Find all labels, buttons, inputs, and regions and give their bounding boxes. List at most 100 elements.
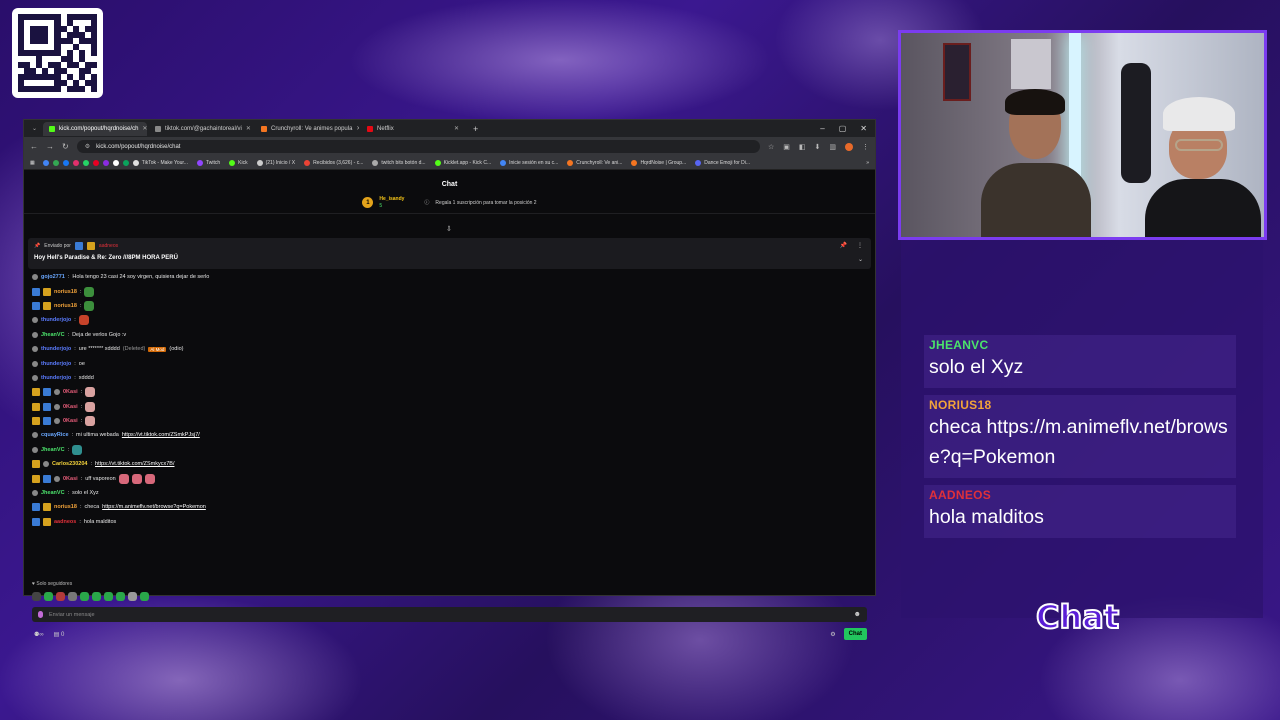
emote-4[interactable] bbox=[68, 592, 77, 601]
bookmark-item[interactable]: Kick bbox=[229, 159, 248, 166]
close-window-icon[interactable]: ✕ bbox=[860, 124, 867, 133]
bookmark-item[interactable]: Inicie sesión en su c... bbox=[500, 159, 558, 166]
chat-username[interactable]: thunderjojo bbox=[41, 361, 71, 367]
chat-message[interactable]: aadneos: hola malditos bbox=[32, 515, 867, 529]
chat-message[interactable]: thunderjojo: oe bbox=[32, 356, 867, 370]
bookmark-icon[interactable] bbox=[112, 159, 119, 166]
browser-tab[interactable]: Netflix ✕ bbox=[361, 122, 465, 136]
bookmark-icon[interactable] bbox=[82, 159, 89, 166]
chat-username[interactable]: cquayRice bbox=[41, 432, 69, 438]
chat-link[interactable]: https://m.animeflv.net/browse?q=Pokemon bbox=[102, 504, 206, 510]
bookmark-icon[interactable] bbox=[72, 159, 79, 166]
emote-9[interactable] bbox=[128, 592, 137, 601]
chat-username[interactable]: Carlos230204 bbox=[52, 461, 87, 467]
bookmark-item[interactable]: twitch bits botón d... bbox=[372, 159, 426, 166]
minimize-icon[interactable]: – bbox=[820, 124, 824, 133]
emote-3[interactable] bbox=[56, 592, 65, 601]
mic-icon[interactable] bbox=[38, 611, 43, 618]
chat-username[interactable]: JheanVC bbox=[41, 332, 65, 338]
chat-message[interactable]: thunderjojo: bbox=[32, 313, 867, 327]
bookmark-item[interactable]: Crunchyroll: Ve ani... bbox=[567, 159, 622, 166]
chat-message[interactable]: 0Kasi: bbox=[32, 414, 867, 428]
chat-username[interactable]: thunderjojo bbox=[41, 375, 71, 381]
emote-8[interactable] bbox=[116, 592, 125, 601]
bookmark-item[interactable]: Twitch bbox=[196, 159, 220, 166]
chat-username[interactable]: aadneos bbox=[54, 519, 76, 525]
bookmark-icon[interactable] bbox=[62, 159, 69, 166]
browser-tab[interactable]: tiktok.com/@gachaintoreal/vi ✕ bbox=[149, 122, 253, 136]
close-tab-icon[interactable]: ✕ bbox=[246, 125, 251, 132]
chat-message[interactable]: norius18: bbox=[32, 299, 867, 313]
pinned-message[interactable]: 📌 Enviado por aadneos Hoy Hell's Paradis… bbox=[28, 238, 871, 269]
chat-username[interactable]: norius18 bbox=[54, 289, 77, 295]
chat-username[interactable]: 0Kasi bbox=[63, 418, 78, 424]
bookmark-item[interactable]: Dance Emoji for Di... bbox=[695, 159, 750, 166]
emote-5[interactable] bbox=[80, 592, 89, 601]
profile-avatar[interactable] bbox=[845, 142, 853, 151]
split-view-icon[interactable]: ▥ bbox=[829, 143, 836, 151]
extensions-puzzle-icon[interactable]: ◧ bbox=[799, 143, 806, 151]
chat-message[interactable]: 0Kasi: uff vaporeon bbox=[32, 471, 867, 485]
filter-icon[interactable]: ⇩ bbox=[446, 225, 452, 233]
chat-message[interactable]: JheanVC: bbox=[32, 443, 867, 457]
emote-7[interactable] bbox=[104, 592, 113, 601]
chat-username[interactable]: norius18 bbox=[54, 303, 77, 309]
chat-message[interactable]: 0Kasi: bbox=[32, 400, 867, 414]
chat-message[interactable]: JheanVC: solo el Xyz bbox=[32, 486, 867, 500]
extension-icon[interactable]: ▣ bbox=[783, 143, 790, 151]
chat-message[interactable]: 0Kasi: bbox=[32, 385, 867, 399]
chat-message[interactable]: thunderjojo: xdddd bbox=[32, 371, 867, 385]
message-input[interactable]: Enviar un mensaje ☻ bbox=[32, 607, 867, 622]
chat-message[interactable]: norius18: checa https://m.animeflv.net/br… bbox=[32, 500, 867, 514]
info-icon[interactable]: ⓘ bbox=[424, 199, 429, 206]
chat-message[interactable]: JheanVC: Deja de verlos Gojo :v bbox=[32, 328, 867, 342]
emote-2[interactable] bbox=[44, 592, 53, 601]
chat-message[interactable]: thunderjojo: ure ******* xdddd (Deleted) Al… bbox=[32, 342, 867, 356]
maximize-icon[interactable]: ▢ bbox=[839, 124, 847, 133]
bookmark-item[interactable]: (21) Inicio / X bbox=[256, 159, 295, 166]
bookmark-icon[interactable] bbox=[102, 159, 109, 166]
chat-username[interactable]: JheanVC bbox=[41, 490, 65, 496]
chat-username[interactable]: 0Kasi bbox=[63, 404, 78, 410]
emote-6[interactable] bbox=[92, 592, 101, 601]
address-bar[interactable]: ⚙ kick.com/popout/hqrdnoise/chat bbox=[76, 140, 760, 153]
settings-gear-icon[interactable]: ⚙ bbox=[830, 631, 835, 638]
bookmark-item[interactable]: Recibidos (3,626) - c... bbox=[304, 159, 363, 166]
download-icon[interactable]: ⬇ bbox=[815, 143, 821, 151]
bookmark-icon[interactable] bbox=[42, 159, 49, 166]
chat-username[interactable]: thunderjojo bbox=[41, 346, 71, 352]
close-tab-icon[interactable]: ✕ bbox=[142, 125, 147, 132]
tab-search-icon[interactable]: ⌄ bbox=[28, 125, 41, 132]
forward-icon[interactable]: → bbox=[46, 142, 54, 151]
chat-message[interactable]: norius18: bbox=[32, 284, 867, 298]
reload-icon[interactable]: ↻ bbox=[62, 142, 69, 151]
apps-grid-icon[interactable]: ▦ bbox=[30, 160, 35, 166]
browser-tab[interactable]: Crunchyroll: Ve animes popula ✕ bbox=[255, 122, 359, 136]
chat-username[interactable]: 0Kasi bbox=[63, 389, 78, 395]
send-chat-button[interactable]: Chat bbox=[843, 628, 867, 640]
back-icon[interactable]: ← bbox=[30, 142, 38, 151]
more-options-icon[interactable]: ⋮ bbox=[857, 242, 863, 249]
bookmark-star-icon[interactable]: ☆ bbox=[768, 143, 774, 151]
emote-1[interactable] bbox=[32, 592, 41, 601]
site-info-icon[interactable]: ⚙ bbox=[85, 143, 90, 150]
chat-username[interactable]: gojo2771 bbox=[41, 274, 65, 280]
chat-username[interactable]: 0Kasi bbox=[63, 476, 78, 482]
bookmark-icon[interactable] bbox=[52, 159, 59, 166]
chat-username[interactable]: norius18 bbox=[54, 504, 77, 510]
bookmark-icon[interactable] bbox=[92, 159, 99, 166]
users-icon[interactable]: ⚉∞ bbox=[34, 631, 44, 638]
chat-username[interactable]: thunderjojo bbox=[41, 317, 71, 323]
new-tab-icon[interactable]: + bbox=[467, 124, 484, 134]
chat-message[interactable]: gojo2771: Hola tengo 23 casi 24 soy virge… bbox=[32, 270, 867, 284]
chat-link[interactable]: https://vt.tiktok.com/ZSmkycx7B/ bbox=[95, 461, 174, 467]
chevron-down-icon[interactable]: ⌄ bbox=[858, 256, 863, 263]
unpin-icon[interactable]: 📌 bbox=[840, 242, 847, 249]
chat-username[interactable]: JheanVC bbox=[41, 447, 65, 453]
bookmarks-overflow-icon[interactable]: » bbox=[866, 160, 869, 166]
gift-leaderboard[interactable]: 1 He_isandy 5 ⓘ Regala 1 suscripción par… bbox=[24, 192, 875, 214]
chat-message[interactable]: Carlos230204: https://vt.tiktok.com/ZSmky… bbox=[32, 457, 867, 471]
bookmark-icon[interactable] bbox=[122, 159, 129, 166]
bookmark-item[interactable]: Kicklet.app - Kick C... bbox=[434, 159, 491, 166]
browser-tab[interactable]: kick.com/popout/hqrdnoise/ch ✕ bbox=[43, 121, 148, 136]
